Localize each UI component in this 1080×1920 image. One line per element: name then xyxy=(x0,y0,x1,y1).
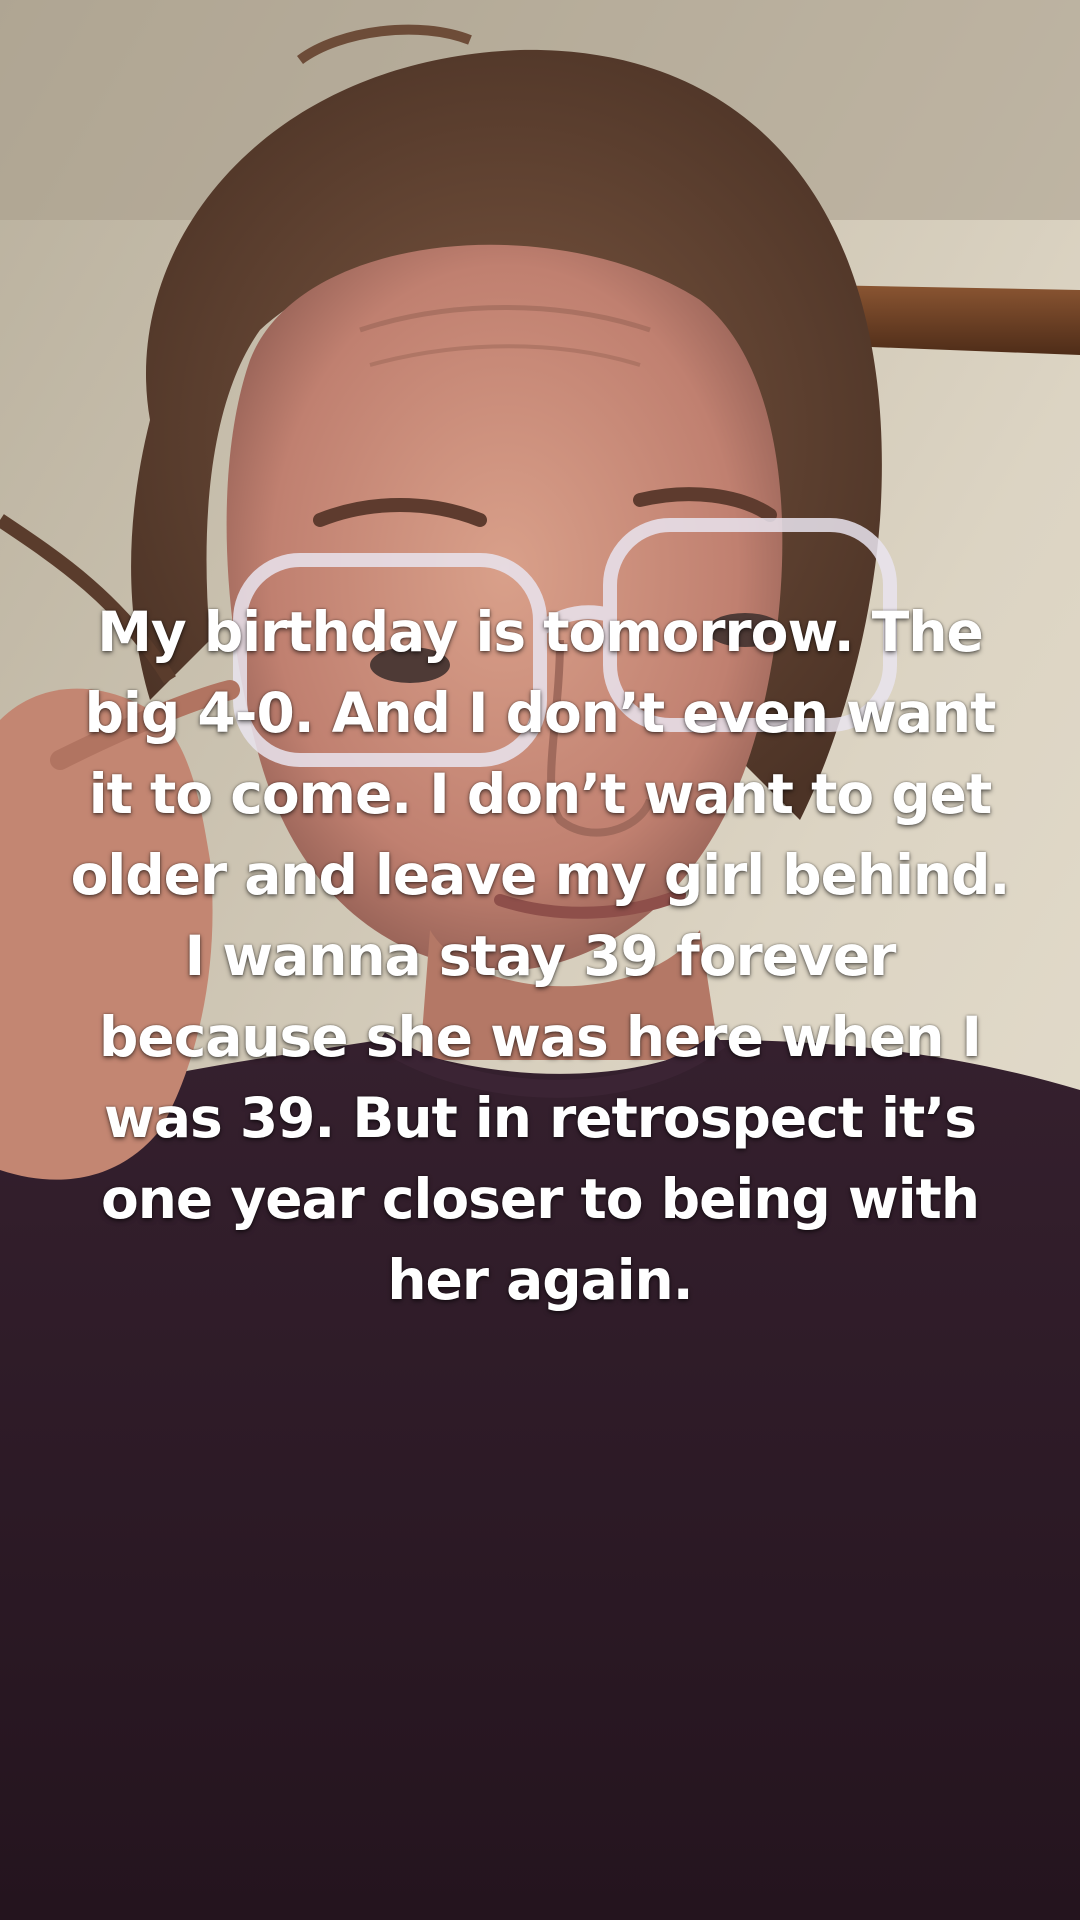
caption-line: I wanna stay 39 forever xyxy=(184,924,897,988)
caption-line: older and leave my girl behind. xyxy=(70,843,1011,907)
caption-line: one year closer to being with xyxy=(100,1167,980,1231)
caption-line: big 4-0. And I don’t even want xyxy=(84,681,997,745)
video-frame: My birthday is tomorrow. The big 4-0. An… xyxy=(0,0,1080,1920)
caption-line: was 39. But in retrospect it’s xyxy=(104,1086,977,1150)
caption-line: My birthday is tomorrow. The xyxy=(97,600,984,664)
caption-line: her again. xyxy=(387,1248,693,1312)
caption-line: it to come. I don’t want to get xyxy=(88,762,993,826)
caption-overlay: My birthday is tomorrow. The big 4-0. An… xyxy=(60,592,1020,1321)
caption-line: because she was here when I xyxy=(99,1005,982,1069)
